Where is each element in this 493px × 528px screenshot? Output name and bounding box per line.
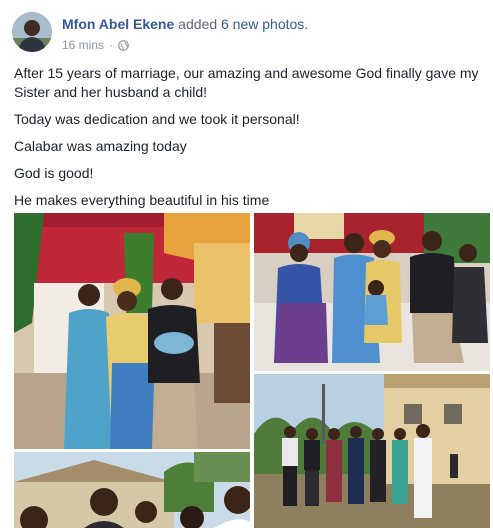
photos-link[interactable]: 6 new photos. [221,16,308,32]
post-body: After 15 years of marriage, our amazing … [14,64,484,218]
post-text-paragraph: Calabar was amazing today [14,138,187,154]
photo-family-on-sofa[interactable] [254,213,490,371]
post-text-paragraph: God is good! [14,165,94,181]
photo-group-selfie[interactable] [14,452,250,528]
action-text: added [178,16,218,32]
timestamp[interactable]: 16 mins [62,38,104,52]
avatar[interactable] [12,12,52,52]
photo-group-outdoor[interactable] [254,374,490,528]
globe-icon[interactable] [118,39,129,51]
author-line: Mfon Abel Ekene added 6 new photos. [62,16,308,32]
post-text-paragraph: He makes everything beautiful in his tim… [14,192,270,208]
separator: · [109,38,114,52]
post-text-paragraph: Today was dedication and we took it pers… [14,111,300,127]
post-text-paragraph: After 15 years of marriage, our amazing … [14,65,479,100]
photo-family-with-baby[interactable] [14,213,250,449]
author-name[interactable]: Mfon Abel Ekene [62,16,174,32]
meta-line: 16 mins · [62,38,129,52]
post-header: Mfon Abel Ekene added 6 new photos. 16 m… [12,12,482,56]
